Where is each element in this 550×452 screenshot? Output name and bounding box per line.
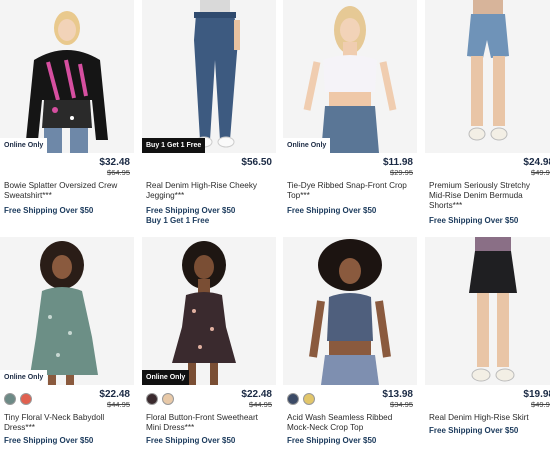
free-shipping-promo: Free Shipping Over $50 [4, 206, 94, 215]
online-only-badge: Online Only [0, 138, 48, 153]
original-price: $64.95 [107, 168, 130, 177]
product-title[interactable]: Floral Button-Front Sweetheart Mini Dres… [142, 413, 276, 433]
model-photo [425, 237, 550, 385]
bogo-promo: Buy 1 Get 1 Free [146, 216, 210, 225]
color-swatches [4, 393, 32, 405]
color-swatch-yellow[interactable] [303, 393, 315, 405]
product-card-mock-neck-crop-top[interactable]: $13.98 $34.95 Acid Wash Seamless Ribbed … [283, 237, 417, 446]
model-photo [283, 0, 417, 153]
product-title[interactable]: Premium Seriously Stretchy Mid-Rise Deni… [425, 181, 550, 211]
product-card-bermuda-shorts[interactable]: $24.98 $49.95 Premium Seriously Stretchy… [425, 0, 550, 226]
free-shipping-promo: Free Shipping Over $50 [429, 216, 519, 225]
price: $56.50 [241, 157, 272, 168]
online-only-badge: Online Only [142, 370, 190, 385]
free-shipping-promo: Free Shipping Over $50 [429, 426, 519, 435]
product-image[interactable] [425, 0, 550, 153]
product-image[interactable]: Online Only [283, 0, 417, 153]
product-card-sweetheart-mini-dress[interactable]: Online Only $22.48 $44.95 Floral Button-… [142, 237, 276, 446]
sale-price: $32.48 [99, 157, 130, 168]
product-title[interactable]: Bowie Splatter Oversized Crew Sweatshirt… [0, 181, 134, 201]
product-card-denim-skirt[interactable]: $19.98 $49.95 Real Denim High-Rise Skirt… [425, 237, 550, 436]
online-only-badge: Online Only [0, 370, 48, 385]
model-photo [142, 0, 276, 153]
model-photo [0, 0, 134, 153]
model-photo [142, 237, 276, 385]
color-swatches [146, 393, 174, 405]
color-swatch-coral[interactable] [20, 393, 32, 405]
free-shipping-promo: Free Shipping Over $50 [146, 206, 236, 215]
free-shipping-promo: Free Shipping Over $50 [287, 206, 377, 215]
color-swatches [287, 393, 315, 405]
original-price: $49.95 [531, 168, 550, 177]
online-only-badge: Online Only [283, 138, 331, 153]
sale-price: $11.98 [382, 157, 413, 168]
color-swatch-dark-floral[interactable] [146, 393, 158, 405]
original-price: $44.95 [249, 400, 272, 409]
original-price: $34.95 [390, 400, 413, 409]
color-swatch-sage[interactable] [4, 393, 16, 405]
sale-price: $22.48 [241, 389, 272, 400]
product-image[interactable]: Online Only [0, 0, 134, 153]
product-title[interactable]: Real Denim High-Rise Skirt [425, 413, 550, 423]
product-title[interactable]: Real Denim High-Rise Cheeky Jegging*** [142, 181, 276, 201]
free-shipping-promo: Free Shipping Over $50 [146, 436, 236, 445]
original-price: $49.95 [531, 400, 550, 409]
product-image[interactable]: Buy 1 Get 1 Free [142, 0, 276, 153]
product-card-snap-front-crop-top[interactable]: Online Only $11.98 $29.95 Tie-Dye Ribbed… [283, 0, 417, 216]
color-swatch-light-floral[interactable] [162, 393, 174, 405]
product-title[interactable]: Tie-Dye Ribbed Snap-Front Crop Top*** [283, 181, 417, 201]
bogo-badge: Buy 1 Get 1 Free [142, 138, 206, 153]
color-swatch-navy[interactable] [287, 393, 299, 405]
product-image[interactable] [425, 237, 550, 385]
product-image[interactable] [283, 237, 417, 385]
sale-price: $22.48 [99, 389, 130, 400]
sale-price: $24.98 [523, 157, 550, 168]
model-photo [0, 237, 134, 385]
product-title[interactable]: Tiny Floral V-Neck Babydoll Dress*** [0, 413, 134, 433]
product-card-bowie-sweatshirt[interactable]: Online Only $32.48 $64.95 Bowie Splatter… [0, 0, 134, 216]
sale-price: $13.98 [382, 389, 413, 400]
sale-price: $19.98 [523, 389, 550, 400]
product-card-cheeky-jegging[interactable]: Buy 1 Get 1 Free $56.50 Real Denim High-… [142, 0, 276, 226]
model-photo [283, 237, 417, 385]
product-image[interactable]: Online Only [0, 237, 134, 385]
free-shipping-promo: Free Shipping Over $50 [4, 436, 94, 445]
product-image[interactable]: Online Only [142, 237, 276, 385]
free-shipping-promo: Free Shipping Over $50 [287, 436, 377, 445]
product-title[interactable]: Acid Wash Seamless Ribbed Mock-Neck Crop… [283, 413, 417, 433]
product-card-babydoll-dress[interactable]: Online Only $22.48 $44.95 Tiny Floral V-… [0, 237, 134, 446]
original-price: $29.95 [390, 168, 413, 177]
model-photo [425, 0, 550, 153]
original-price: $44.95 [107, 400, 130, 409]
